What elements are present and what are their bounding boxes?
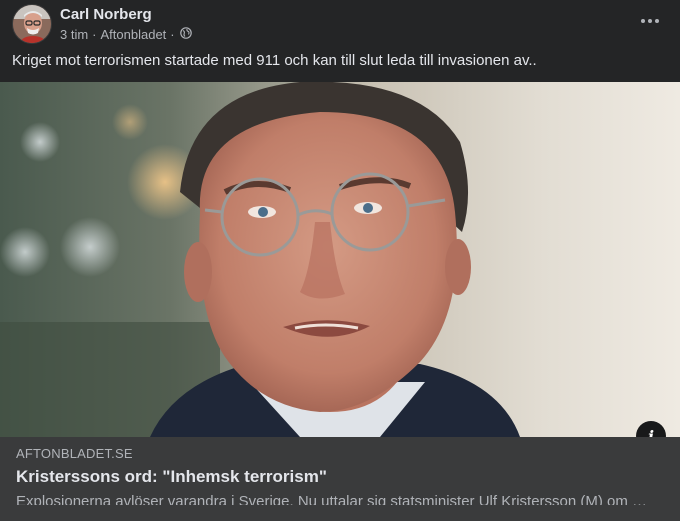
link-preview-card[interactable]: i AFTONBLADET.SE Kristerssons ord: "Inhe… xyxy=(0,82,680,521)
link-description: Explosionerna avlöser varandra i Sverige… xyxy=(16,493,648,505)
link-info[interactable]: AFTONBLADET.SE Kristerssons ord: "Inhems… xyxy=(0,437,680,521)
post-text: Kriget mot terrorismen startade med 911 … xyxy=(12,52,537,69)
meta-separator: · xyxy=(170,27,175,42)
post-header: Carl Norberg 3 tim · Aftonbladet · xyxy=(12,4,192,44)
globe-icon[interactable] xyxy=(179,26,192,43)
meta-separator: · xyxy=(92,27,97,42)
link-preview-image[interactable] xyxy=(0,82,680,437)
link-domain: AFTONBLADET.SE xyxy=(16,446,133,461)
author-name[interactable]: Carl Norberg xyxy=(60,5,192,24)
post-time[interactable]: 3 tim xyxy=(60,26,88,43)
more-options-icon[interactable] xyxy=(636,11,664,31)
avatar[interactable] xyxy=(12,4,52,44)
facebook-post: Carl Norberg 3 tim · Aftonbladet · Krige… xyxy=(0,0,680,521)
post-meta: 3 tim · Aftonbladet · xyxy=(60,26,192,43)
link-headline[interactable]: Kristerssons ord: "Inhemsk terrorism" xyxy=(16,466,327,488)
post-source[interactable]: Aftonbladet xyxy=(101,26,167,43)
header-text: Carl Norberg 3 tim · Aftonbladet · xyxy=(60,5,192,43)
